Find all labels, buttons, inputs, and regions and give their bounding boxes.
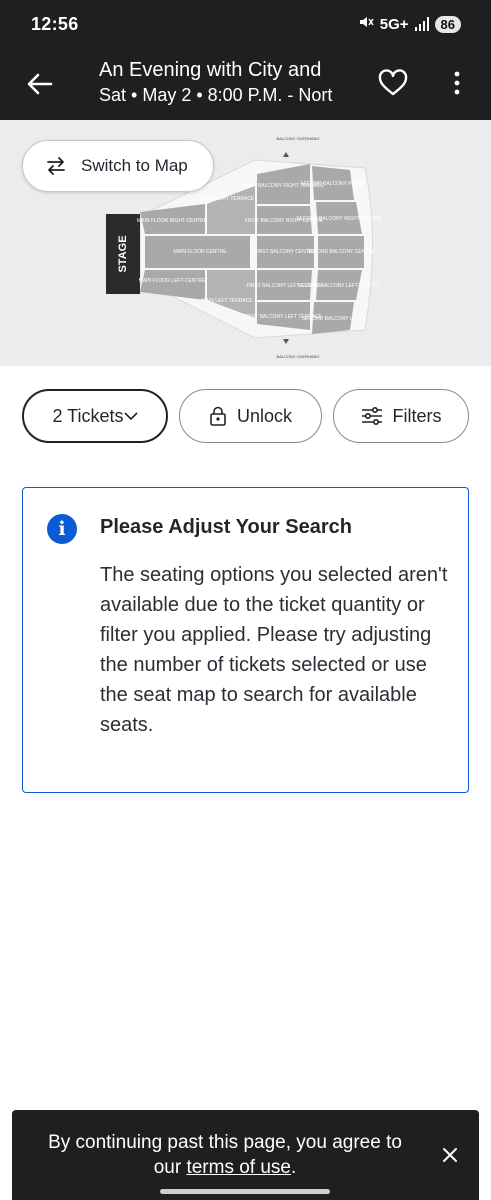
switch-to-map-button[interactable]: Switch to Map: [22, 140, 214, 192]
event-title-block: An Evening with City and Sat • May 2 • 8…: [99, 58, 352, 108]
label-balcony-overhang-bottom: BALCONY OVERHANG: [276, 354, 319, 359]
event-title: An Evening with City and: [99, 59, 322, 81]
event-subtitle: Sat • May 2 • 8:00 P.M. - Nort: [99, 85, 333, 105]
signal-icon: [414, 17, 429, 31]
filters-label: Filters: [392, 405, 442, 426]
arrow-left-icon: [27, 73, 53, 95]
terms-banner: By continuing past this page, you agree …: [12, 1110, 479, 1200]
label-main-floor-centre: MAIN FLOOR CENTRE: [173, 249, 227, 255]
label-second-balcony-centre: SECOND BALCONY CENTRE: [307, 249, 376, 255]
chevron-down-icon: [123, 412, 138, 421]
notice-heading: Please Adjust Your Search: [100, 516, 352, 538]
label-second-balcony-right-centre: SECOND BALCONY RIGHT-CENTRE: [296, 216, 382, 222]
close-icon: [443, 1148, 457, 1162]
notice-body: The seating options you selected aren't …: [100, 564, 448, 736]
battery-level: 86: [434, 15, 461, 33]
filters-button[interactable]: Filters: [333, 389, 469, 443]
label-second-balcony-left-centre: SECOND BALCONY LEFT-CENTRE: [298, 283, 381, 289]
back-button[interactable]: [22, 66, 58, 102]
adjust-search-notice: i Please Adjust Your Search The seating …: [22, 487, 469, 793]
label-main-left-terrace: MAIN LEFT TERRACE: [201, 298, 253, 304]
overhang-marker-top: [283, 152, 289, 157]
more-vertical-icon: [454, 71, 460, 95]
status-bar: 12:56 5G+ 86: [0, 0, 491, 50]
lock-icon: [210, 406, 226, 426]
label-main-floor-left-centre: MAIN FLOOR LEFT-CENTRE: [139, 278, 206, 284]
seat-map-area[interactable]: STAGE BALCONY OVERHANG BALCONY OVERHANG …: [0, 120, 491, 366]
stage-label: STAGE: [117, 235, 129, 272]
mute-icon: [358, 14, 374, 34]
sliders-icon: [361, 406, 382, 426]
app-header: An Evening with City and Sat • May 2 • 8…: [0, 50, 491, 120]
network-label: 5G+: [379, 15, 409, 33]
label-second-balcony-left: SECOND BALCONY LEFT: [302, 316, 362, 322]
section-main-floor-left-centre[interactable]: [140, 270, 205, 300]
info-icon: i: [47, 514, 77, 544]
label-second-balcony-right: SECOND BALCONY RIGHT: [300, 181, 364, 187]
close-banner-button[interactable]: [437, 1142, 463, 1168]
terms-of-use-link[interactable]: terms of use: [186, 1157, 291, 1178]
swap-arrows-icon: [47, 157, 65, 175]
switch-to-map-label: Switch to Map: [81, 156, 188, 175]
ticket-quantity-label: 2 Tickets: [52, 405, 124, 426]
favorite-button[interactable]: [376, 66, 410, 100]
status-time: 12:56: [31, 14, 79, 34]
unlock-button[interactable]: Unlock: [179, 389, 322, 443]
unlock-label: Unlock: [236, 405, 293, 426]
ticket-quantity-select[interactable]: 2 Tickets: [22, 389, 168, 443]
home-indicator[interactable]: [160, 1189, 330, 1194]
label-main-floor-right-centre: MAIN FLOOR RIGHT-CENTRE: [137, 218, 208, 224]
label-balcony-overhang-top: BALCONY OVERHANG: [276, 136, 319, 141]
more-options-button[interactable]: [445, 66, 469, 100]
label-main-right-terrace: MAIN RIGHT TERRACE: [200, 196, 255, 202]
terms-message: By continuing past this page, you agree …: [40, 1130, 410, 1180]
heart-icon: [378, 69, 408, 96]
terms-text-end: .: [291, 1157, 297, 1178]
overhang-marker-bottom: [283, 339, 289, 344]
status-icons: 5G+ 86: [358, 14, 461, 34]
